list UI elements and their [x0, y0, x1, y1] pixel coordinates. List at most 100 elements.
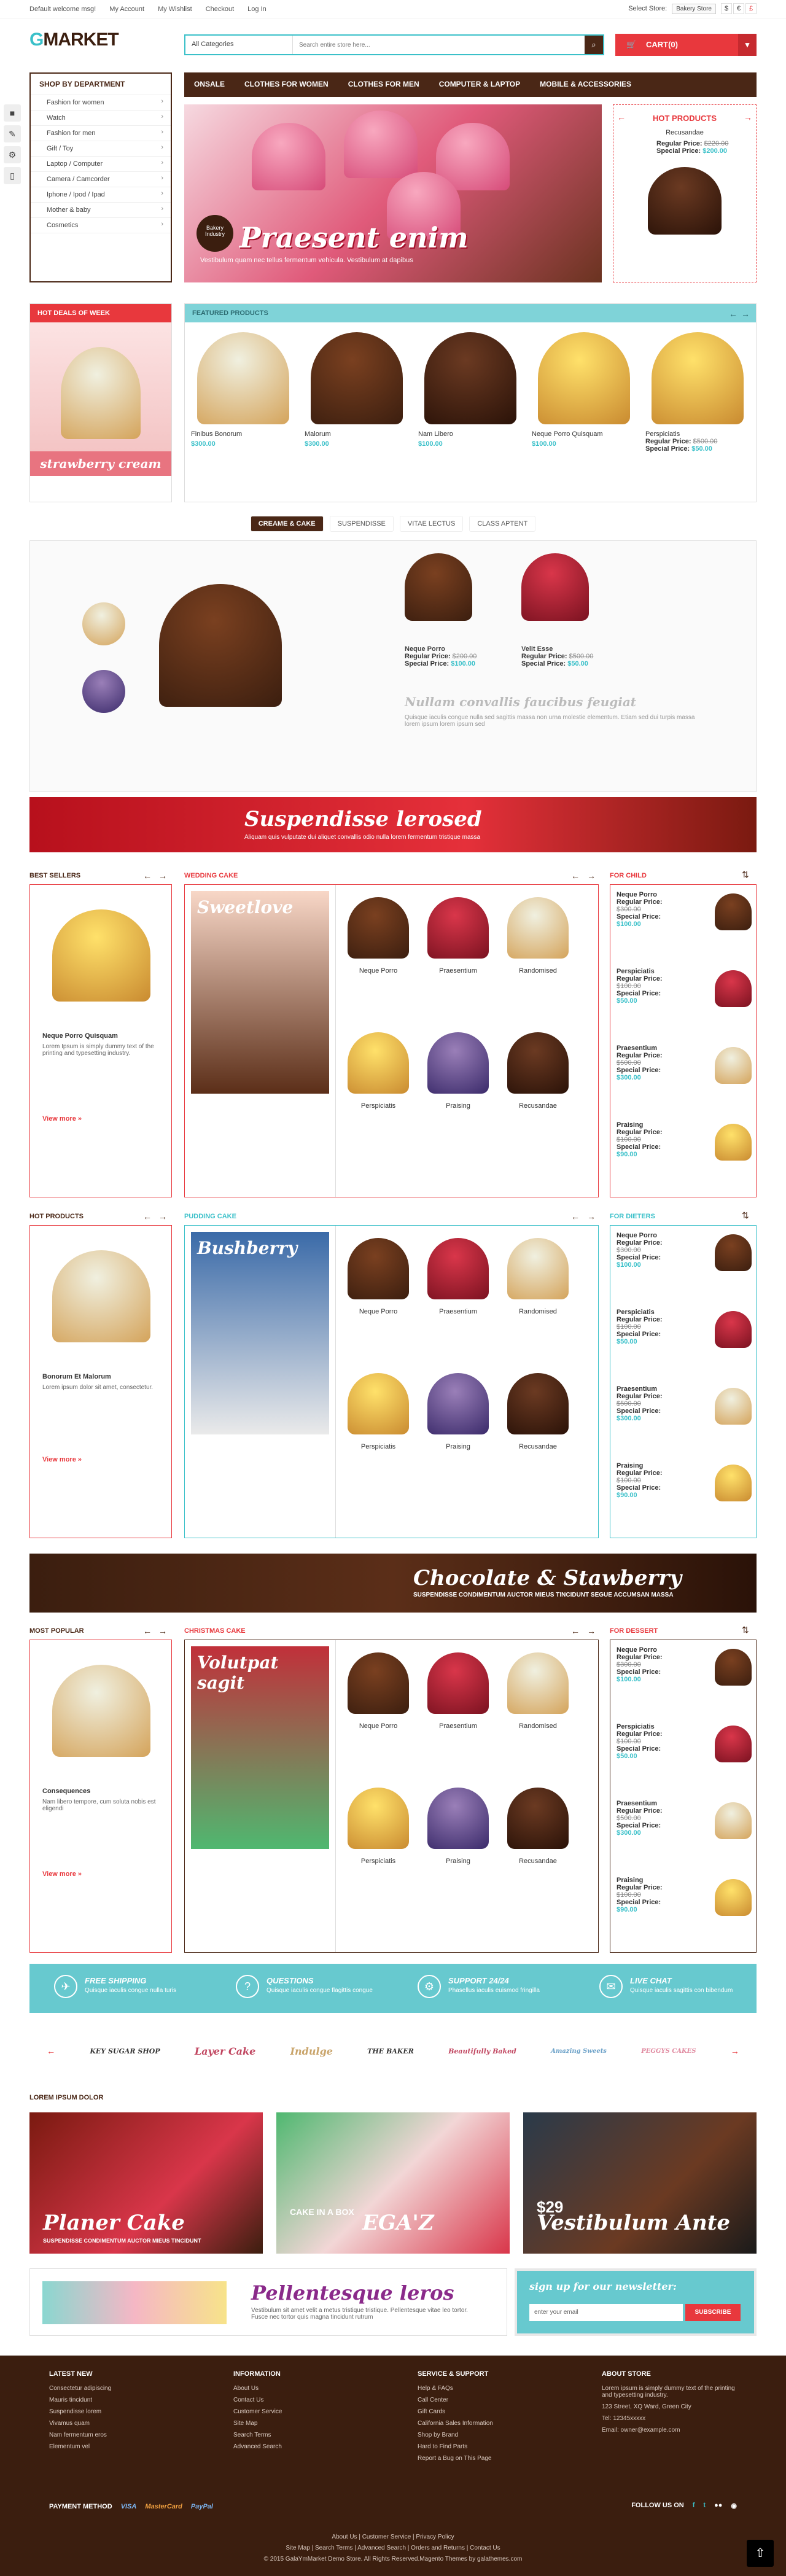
rss-icon[interactable]: ◉ [731, 2502, 737, 2510]
arrow-left-icon[interactable]: ← [617, 112, 626, 122]
product-image[interactable] [507, 897, 569, 959]
subscribe-button[interactable]: SUBSCRIBE [685, 2304, 741, 2321]
back-to-top-button[interactable]: ⇧ [747, 2540, 774, 2567]
arrow-right-icon[interactable]: → [741, 309, 750, 319]
facebook-icon[interactable]: f [693, 2502, 695, 2510]
tab-suspendisse[interactable]: SUSPENDISSE [329, 516, 394, 532]
product-name[interactable]: Recusandae [504, 1443, 572, 1450]
brand-logo[interactable]: PEGGYS CAKES [641, 2048, 696, 2055]
product-image[interactable] [405, 553, 472, 621]
product-name[interactable]: Consequences [42, 1788, 90, 1795]
product-name[interactable]: Finibus Bonorum [191, 430, 295, 438]
product-image[interactable] [197, 332, 289, 424]
dept-item[interactable]: Mother & baby [31, 203, 171, 218]
product-name[interactable]: Recusandae [504, 1858, 572, 1865]
product-image[interactable] [507, 1032, 569, 1094]
product-image[interactable] [427, 1032, 489, 1094]
arrow-right-icon[interactable]: → [158, 1626, 167, 1636]
nav-men[interactable]: CLOTHES FOR MEN [338, 72, 429, 97]
product-image[interactable] [427, 1788, 489, 1849]
product-image[interactable] [52, 1250, 150, 1342]
product-image[interactable] [427, 1652, 489, 1714]
mobile-icon[interactable]: ▯ [4, 167, 21, 184]
product-name[interactable]: Praising [424, 1858, 492, 1865]
product-name[interactable]: Neque Porro Quisquam [42, 1032, 118, 1040]
promo-banner[interactable]: Suspendisse lerosed Aliquam quis vulputa… [29, 797, 757, 852]
sort-icon[interactable]: ⇅ [742, 1625, 749, 1635]
about-email[interactable]: Email: owner@example.com [602, 2427, 743, 2434]
arrow-left-icon[interactable]: ← [571, 1626, 580, 1636]
brand-logo[interactable]: Beautifully Baked [448, 2047, 516, 2055]
product-image[interactable] [507, 1373, 569, 1434]
product-image[interactable] [311, 332, 403, 424]
brush-icon[interactable]: ✎ [4, 125, 21, 142]
product-image[interactable] [715, 970, 752, 1007]
promo-block[interactable]: CAKE IN A BOX EGA'Z [276, 2112, 510, 2254]
arrow-left-icon[interactable]: ← [143, 1626, 152, 1636]
product-image[interactable] [715, 1388, 752, 1425]
product-image[interactable] [521, 553, 589, 621]
cart-button[interactable]: 🛒 CART(0) ▾ [615, 34, 757, 56]
brand-logo[interactable]: Layer Cake [195, 2045, 255, 2057]
footer-link[interactable]: Nam fermentum eros [49, 2432, 209, 2438]
nav-computer[interactable]: COMPUTER & LAPTOP [429, 72, 530, 97]
footer-link[interactable]: Mauris tincidunt [49, 2397, 209, 2403]
product-image[interactable] [715, 1124, 752, 1161]
twitter-icon[interactable]: t [703, 2502, 706, 2510]
dept-item[interactable]: Camera / Camcorder [31, 172, 171, 187]
product-image[interactable] [348, 1373, 409, 1434]
product-image[interactable] [52, 1665, 150, 1757]
brand-logo[interactable]: Amazing Sweets [551, 2048, 607, 2055]
login-link[interactable]: Log In [247, 6, 267, 13]
dept-item[interactable]: Fashion for men [31, 126, 171, 141]
search-input[interactable] [293, 36, 585, 54]
product-image[interactable] [648, 167, 722, 235]
product-name[interactable]: Randomised [504, 1308, 572, 1315]
view-more-link[interactable]: View more » [42, 1115, 82, 1123]
logo[interactable]: GMARKET [29, 29, 119, 50]
footer-link[interactable]: Gift Cards [418, 2408, 577, 2415]
product-image[interactable] [715, 1465, 752, 1501]
dept-item[interactable]: Cosmetics [31, 218, 171, 233]
footer-links[interactable]: Site Map | Search Terms | Advanced Searc… [0, 2545, 786, 2551]
currency-gbp[interactable]: £ [745, 3, 757, 14]
footer-links[interactable]: About Us | Customer Service | Privacy Po… [0, 2534, 786, 2540]
brand-logo[interactable]: Indulge [290, 2045, 333, 2057]
footer-link[interactable]: Call Center [418, 2397, 577, 2403]
category-banner[interactable]: Volutpat sagit [191, 1646, 329, 1849]
deal-image[interactable]: strawberry cream [30, 322, 171, 476]
category-banner[interactable]: Bushberry [191, 1232, 329, 1434]
product-image[interactable] [715, 1649, 752, 1686]
product-name[interactable]: Neque Porro [405, 645, 515, 653]
thumb-image[interactable] [82, 670, 125, 713]
product-name[interactable]: Nam Libero [418, 430, 523, 438]
product-image[interactable] [507, 1788, 569, 1849]
product-image[interactable] [715, 1879, 752, 1916]
currency-eur[interactable]: € [733, 3, 744, 14]
main-image[interactable] [159, 584, 282, 707]
arrow-right-icon[interactable]: → [744, 112, 752, 122]
footer-link[interactable]: Search Terms [233, 2432, 393, 2438]
arrow-left-icon[interactable]: ← [47, 2046, 55, 2056]
arrow-left-icon[interactable]: ← [143, 871, 152, 881]
product-image[interactable] [348, 1032, 409, 1094]
product-image[interactable] [715, 1311, 752, 1348]
view-more-link[interactable]: View more » [42, 1456, 82, 1463]
currency-usd[interactable]: $ [721, 3, 732, 14]
product-name[interactable]: Neque Porro [344, 1722, 412, 1730]
nav-mobile[interactable]: MOBILE & ACCESSORIES [530, 72, 641, 97]
color-palette-icon[interactable]: ■ [4, 104, 21, 122]
nav-women[interactable]: CLOTHES FOR WOMEN [235, 72, 338, 97]
brand-logo[interactable]: THE BAKER [367, 2047, 414, 2055]
product-name[interactable]: Perspiciatis [344, 1443, 412, 1450]
footer-link[interactable]: About Us [233, 2385, 393, 2392]
product-name[interactable]: Neque Porro Quisquam [532, 430, 636, 438]
product-name[interactable]: Recusandae [504, 1102, 572, 1110]
product-image[interactable] [424, 332, 516, 424]
product-image[interactable] [427, 897, 489, 959]
product-image[interactable] [507, 1652, 569, 1714]
product-name[interactable]: Praesentium [424, 1308, 492, 1315]
brand-logo[interactable]: KEY SUGAR SHOP [90, 2047, 160, 2055]
footer-link[interactable]: California Sales Information [418, 2420, 577, 2427]
product-name[interactable]: Neque Porro [344, 1308, 412, 1315]
